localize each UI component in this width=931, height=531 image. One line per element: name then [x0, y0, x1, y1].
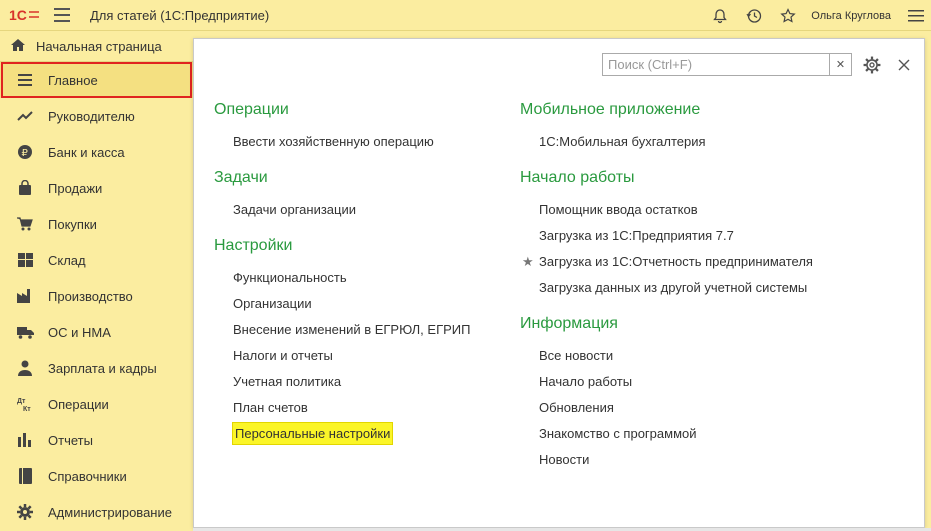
- svg-text:Дт: Дт: [17, 398, 26, 405]
- trend-icon: [16, 107, 34, 125]
- link-balances-wizard[interactable]: Помощник ввода остатков: [539, 197, 813, 223]
- sidebar-item-label: Руководителю: [48, 108, 135, 124]
- svg-text:₽: ₽: [22, 148, 29, 159]
- link-chart-of-accounts[interactable]: План счетов: [233, 395, 470, 421]
- sidebar-item-label: Администрирование: [48, 504, 172, 520]
- truck-icon: [16, 323, 34, 341]
- dt-kt-icon: Дт Кт: [16, 395, 34, 413]
- sidebar-item-label: Начальная страница: [36, 38, 162, 54]
- link-label: Персональные настройки: [231, 422, 394, 445]
- history-icon[interactable]: [737, 0, 771, 31]
- sidebar-item-label: Зарплата и кадры: [48, 360, 157, 376]
- sidebar-item-label: Операции: [48, 396, 109, 412]
- home-icon: [10, 38, 26, 55]
- sections-sidebar: Начальная страница Главное Руководителю …: [0, 31, 193, 531]
- bag-icon: [16, 179, 34, 197]
- section-operations: Операции Ввести хозяйственную операцию: [214, 97, 470, 155]
- link-import-1c77[interactable]: Загрузка из 1С:Предприятия 7.7: [539, 223, 813, 249]
- gear-icon: [16, 503, 34, 521]
- book-icon: [16, 467, 34, 485]
- cart-icon: [16, 215, 34, 233]
- main-menu-icon[interactable]: [54, 8, 70, 22]
- 1c-logo-icon: 1С: [8, 7, 40, 23]
- sidebar-item-production[interactable]: Производство: [0, 278, 193, 314]
- link-taxes-reports[interactable]: Налоги и отчеты: [233, 343, 470, 369]
- sidebar-item-label: ОС и НМА: [48, 324, 111, 340]
- sidebar-item-label: Продажи: [48, 180, 103, 196]
- sidebar-item-warehouse[interactable]: Склад: [0, 242, 193, 278]
- sidebar-item-label: Производство: [48, 288, 133, 304]
- link-egrul-changes[interactable]: Внесение изменений в ЕГРЮЛ, ЕГРИП: [233, 317, 470, 343]
- sidebar-item-label: Главное: [48, 72, 98, 88]
- section-title: Информация: [520, 315, 618, 332]
- window-title: Для статей (1С:Предприятие): [90, 7, 270, 23]
- sidebar-item-label: Банк и касса: [48, 144, 125, 160]
- sidebar-item-label: Покупки: [48, 216, 97, 232]
- link-start-work[interactable]: Начало работы: [539, 369, 813, 395]
- title-bar: 1С Для статей (1С:Предприятие) Ольга Кру…: [0, 0, 931, 31]
- link-news[interactable]: Новости: [539, 447, 813, 473]
- link-organizations[interactable]: Организации: [233, 291, 470, 317]
- sidebar-item-label: Справочники: [48, 468, 127, 484]
- sidebar-item-purchases[interactable]: Покупки: [0, 206, 193, 242]
- section-tasks: Задачи Задачи организации: [214, 165, 470, 223]
- list-icon: [16, 71, 34, 89]
- link-import-entrepreneur-reporting[interactable]: Загрузка из 1С:Отчетность предпринимател…: [522, 249, 813, 275]
- link-mobile-accounting[interactable]: 1С:Мобильная бухгалтерия: [539, 129, 813, 155]
- link-updates[interactable]: Обновления: [539, 395, 813, 421]
- user-name[interactable]: Ольга Круглова: [811, 10, 891, 22]
- svg-text:Кт: Кт: [23, 406, 31, 412]
- bar-chart-icon: [16, 431, 34, 449]
- grid-icon: [16, 251, 34, 269]
- link-program-intro[interactable]: Знакомство с программой: [539, 421, 813, 447]
- link-accounting-policy[interactable]: Учетная политика: [233, 369, 470, 395]
- left-column: Операции Ввести хозяйственную операцию З…: [214, 97, 470, 457]
- sidebar-item-salary[interactable]: Зарплата и кадры: [0, 350, 193, 386]
- panel-settings-icon[interactable]: [862, 55, 882, 75]
- settings-menu-icon[interactable]: [901, 0, 931, 31]
- link-org-tasks[interactable]: Задачи организации: [233, 197, 470, 223]
- sidebar-item-bank[interactable]: ₽ Банк и касса: [0, 134, 193, 170]
- link-all-news[interactable]: Все новости: [539, 343, 813, 369]
- section-getting-started: Начало работы Помощник ввода остатков За…: [520, 165, 813, 301]
- section-title: Задачи: [214, 169, 268, 186]
- sidebar-item-home[interactable]: Начальная страница: [0, 31, 193, 62]
- link-enter-operation[interactable]: Ввести хозяйственную операцию: [233, 129, 470, 155]
- sidebar-item-operations[interactable]: Дт Кт Операции: [0, 386, 193, 422]
- factory-icon: [16, 287, 34, 305]
- right-column: Мобильное приложение 1С:Мобильная бухгал…: [520, 97, 813, 483]
- section-title: Настройки: [214, 237, 293, 254]
- section-settings: Настройки Функциональность Организации В…: [214, 233, 470, 447]
- search-box: ✕: [602, 53, 852, 76]
- section-title: Начало работы: [520, 169, 635, 186]
- sidebar-item-label: Склад: [48, 252, 86, 268]
- search-input[interactable]: [603, 54, 829, 75]
- person-icon: [16, 359, 34, 377]
- sidebar-item-administration[interactable]: Администрирование: [0, 494, 193, 530]
- section-mobile-app: Мобильное приложение 1С:Мобильная бухгал…: [520, 97, 813, 155]
- sidebar-item-label: Отчеты: [48, 432, 93, 448]
- sidebar-item-fixed-assets[interactable]: ОС и НМА: [0, 314, 193, 350]
- clear-search-icon[interactable]: ✕: [829, 54, 851, 75]
- star-icon[interactable]: [771, 0, 805, 31]
- bell-icon[interactable]: [703, 0, 737, 31]
- sidebar-item-reports[interactable]: Отчеты: [0, 422, 193, 458]
- section-title: Мобильное приложение: [520, 101, 701, 118]
- sidebar-item-main[interactable]: Главное: [0, 62, 193, 98]
- link-import-other-system[interactable]: Загрузка данных из другой учетной систем…: [539, 275, 813, 301]
- sidebar-item-sales[interactable]: Продажи: [0, 170, 193, 206]
- sidebar-item-directories[interactable]: Справочники: [0, 458, 193, 494]
- section-title: Операции: [214, 101, 289, 118]
- svg-text:1С: 1С: [9, 8, 27, 22]
- ruble-icon: ₽: [16, 143, 34, 161]
- close-icon[interactable]: [894, 55, 914, 75]
- link-personal-settings[interactable]: Персональные настройки: [231, 421, 470, 447]
- section-information: Информация Все новости Начало работы Обн…: [520, 311, 813, 473]
- main-section-panel: ✕ Операции Ввести хозяйственную операцию…: [193, 38, 925, 528]
- link-functionality[interactable]: Функциональность: [233, 265, 470, 291]
- sidebar-item-manager[interactable]: Руководителю: [0, 98, 193, 134]
